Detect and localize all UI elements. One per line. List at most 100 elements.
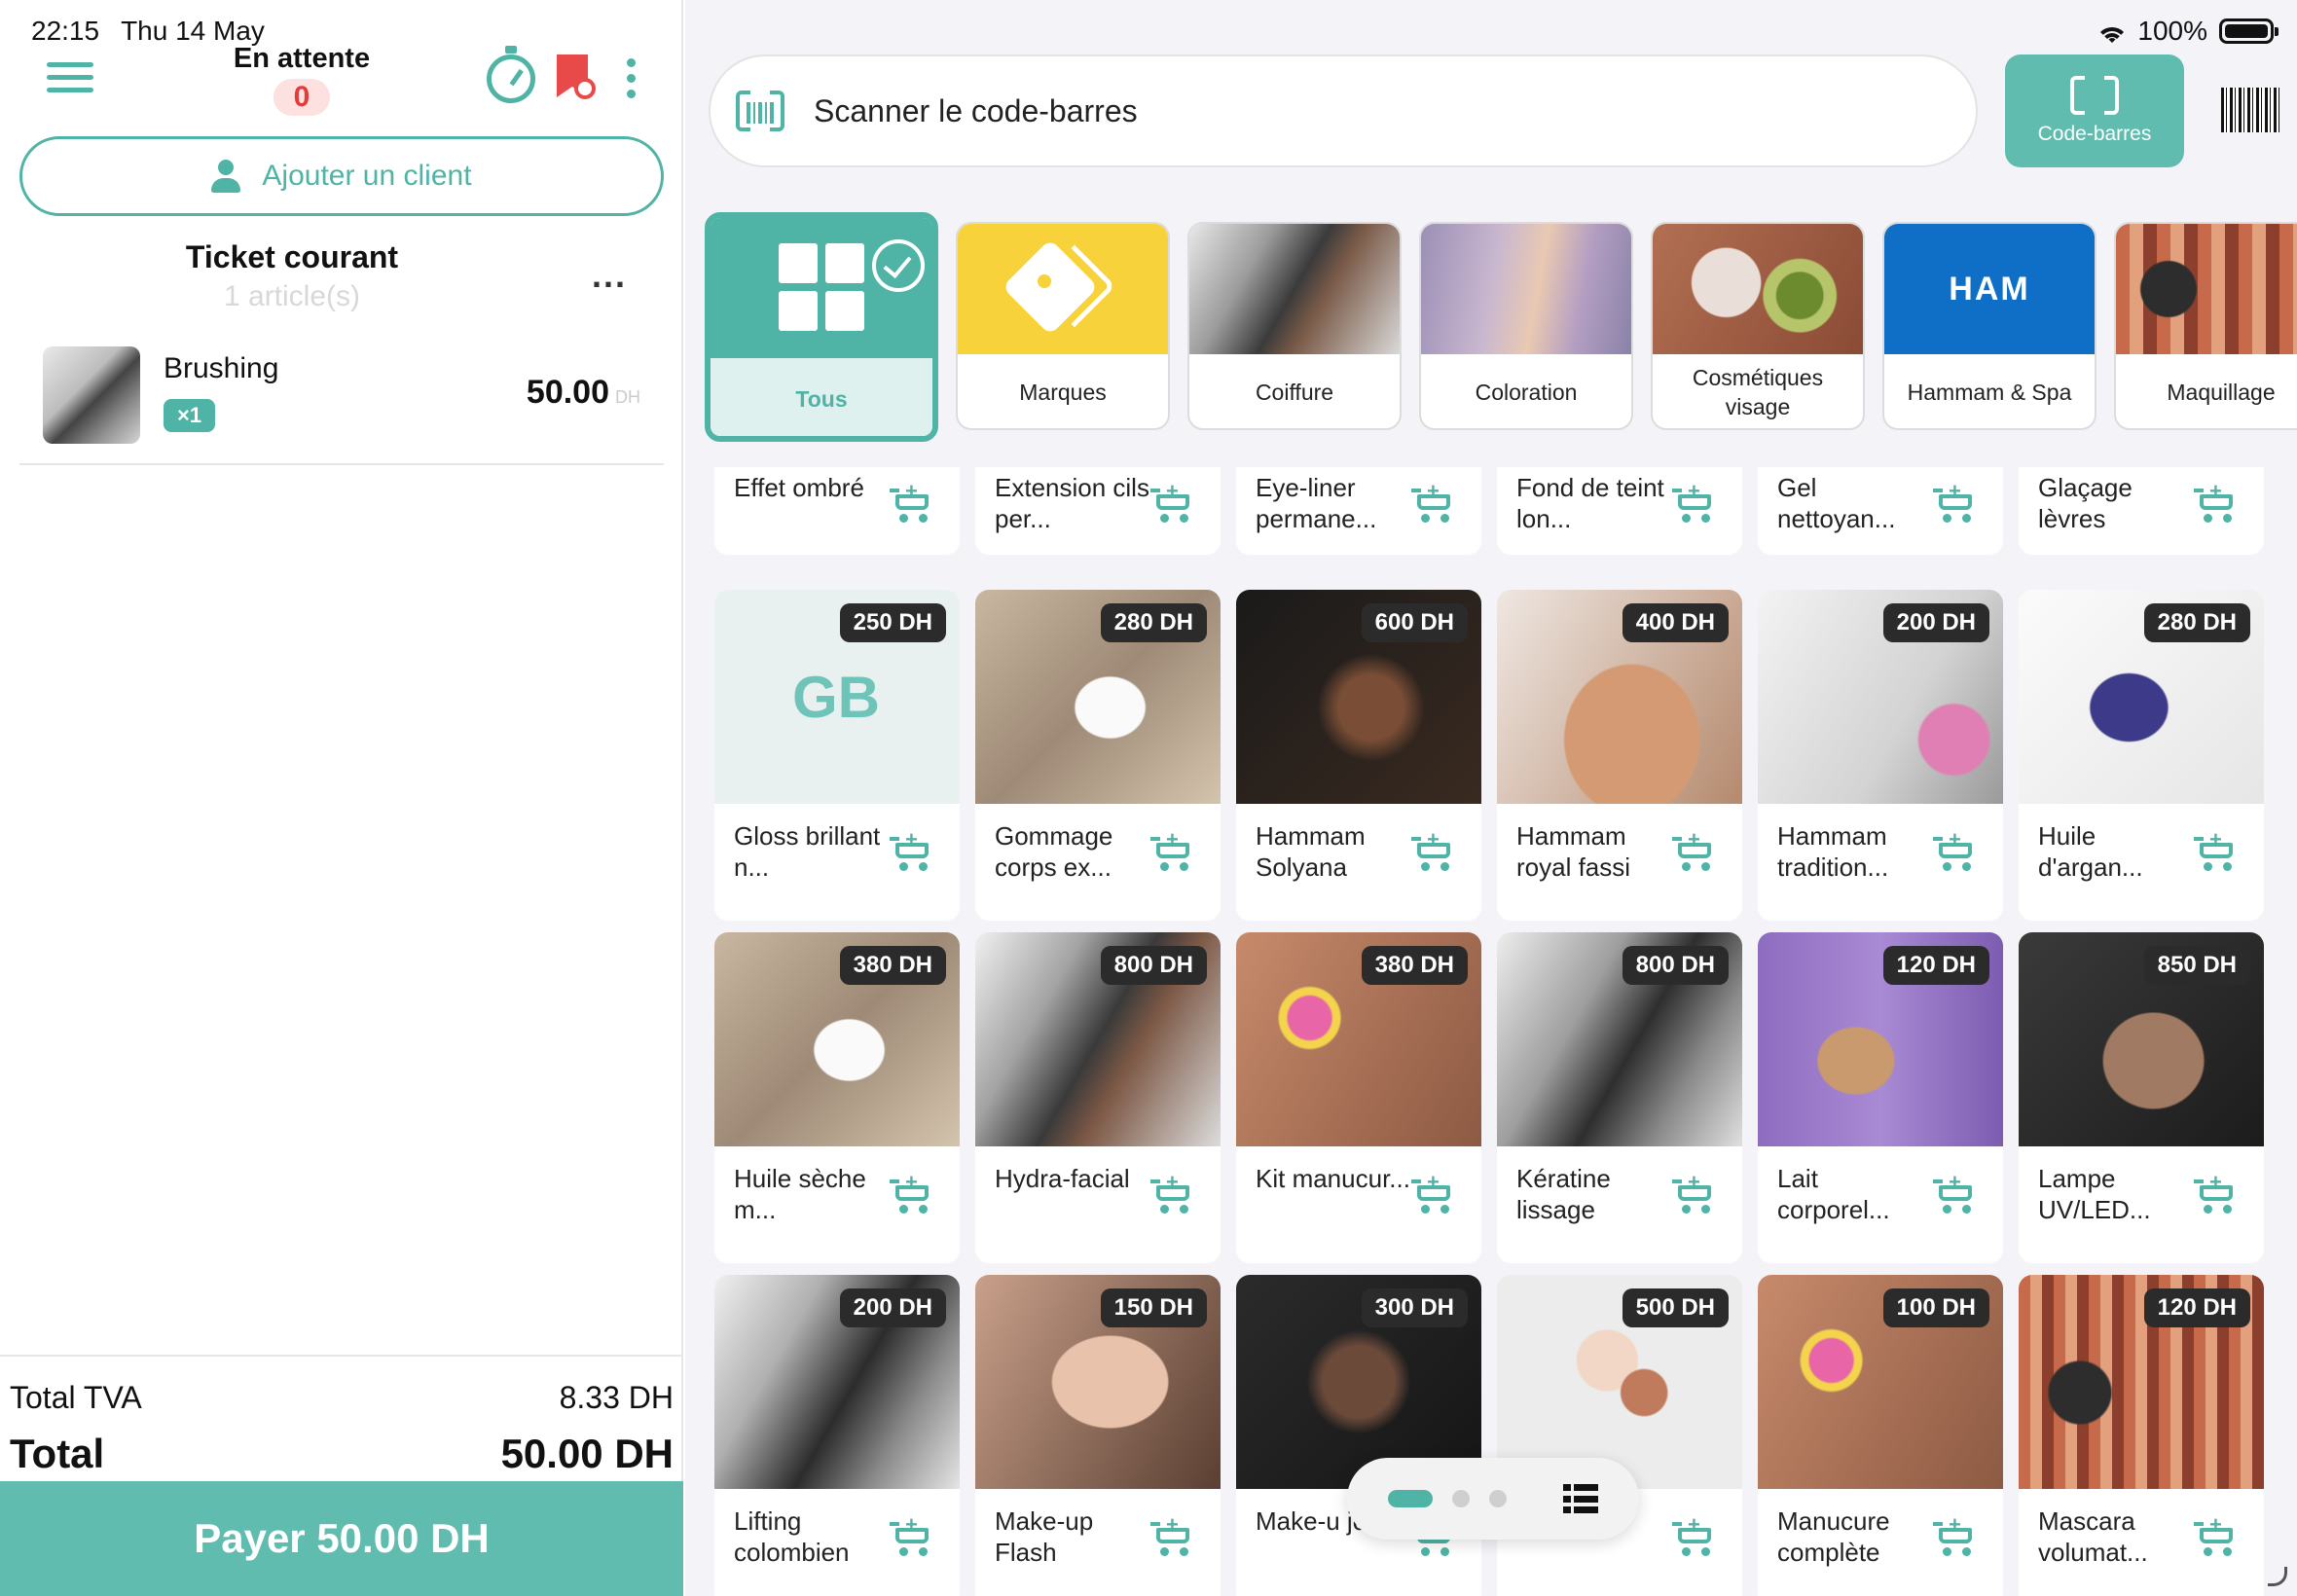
add-to-cart-icon[interactable]: + [890,1172,932,1215]
product-name: Hammam Solyana [1256,821,1366,882]
product-card[interactable]: GB 250 DH Gloss brillant n... + [714,590,960,921]
pay-button[interactable]: Payer 50.00 DH [0,1481,683,1596]
product-card[interactable]: 100 DH Manucure complète + [1758,1275,2003,1596]
add-to-cart-icon[interactable]: + [890,481,932,524]
barcode-button-label: Code-barres [2037,123,2152,145]
product-name: Manucure complète [1777,1506,1890,1567]
add-to-cart-icon[interactable]: + [1150,1172,1193,1215]
category-image [1653,224,1863,354]
add-to-cart-icon[interactable]: + [1672,481,1715,524]
category-label: Maquillage [2167,380,2276,406]
product-card[interactable]: 500 DH + [1497,1275,1742,1596]
add-to-cart-icon[interactable]: + [1672,1172,1715,1215]
page-dot-active[interactable] [1388,1490,1433,1507]
ticket-title: Ticket courant [185,239,399,274]
add-to-cart-icon[interactable]: + [1411,829,1454,872]
product-name: Gommage corps ex... [995,821,1113,882]
line-item-price: 50.00 DH [527,374,640,412]
product-name: Mascara volumat... [2038,1506,2148,1567]
category-label: Coiffure [1255,380,1334,406]
add-to-cart-icon[interactable]: + [2194,481,2237,524]
barcode-icon [2070,76,2119,115]
page-dot[interactable] [1452,1490,1470,1507]
product-price-badge: 100 DH [1882,1288,1989,1327]
product-card[interactable]: 280 DH Gommage corps ex... + [975,590,1221,921]
add-to-cart-icon[interactable]: + [2194,829,2237,872]
add-to-cart-icon[interactable]: + [1411,481,1454,524]
category-marques[interactable]: Marques [956,222,1170,430]
add-to-cart-icon[interactable]: + [1150,829,1193,872]
product-card[interactable]: 400 DH Hammam royal fassi + [1497,590,1742,921]
category-cosmetiques-visage[interactable]: Cosmétiques visage [1651,222,1865,430]
category-coiffure[interactable]: Coiffure [1187,222,1402,430]
product-price-badge: 200 DH [1882,603,1989,642]
add-to-cart-icon[interactable]: + [1933,1172,1976,1215]
add-client-label: Ajouter un client [262,160,472,192]
product-card[interactable]: 800 DH Hydra-facial + [975,932,1221,1263]
barcode-search-input[interactable]: Scanner le code-barres [709,54,1978,167]
product-card[interactable]: 200 DH Hammam tradition... + [1758,590,2003,921]
product-card[interactable]: 120 DH Lait corporel... + [1758,932,2003,1263]
barcode-image-icon[interactable] [2221,88,2279,132]
add-to-cart-icon[interactable]: + [2194,1514,2237,1557]
ticket-more-icon[interactable]: ... [592,255,627,296]
ticket-line-item[interactable]: Brushing ×1 50.00 DH [19,331,664,465]
line-item-name: Brushing [164,352,279,384]
product-card[interactable]: 600 DH Hammam Solyana + [1236,590,1481,921]
category-maquillage[interactable]: Maquillage [2114,222,2297,430]
product-card[interactable]: 380 DH Huile sèche m... + [714,932,960,1263]
product-card[interactable]: 120 DH Mascara volumat... + [2019,1275,2264,1596]
add-to-cart-icon[interactable]: + [1933,481,1976,524]
product-name: Effet ombré [734,473,864,502]
product-name: Hydra-facial [995,1164,1130,1193]
product-price-badge: 280 DH [1100,603,1207,642]
product-name: Huile d'argan... [2038,821,2143,882]
product-name: Glaçage lèvres [2038,473,2133,533]
add-to-cart-icon[interactable]: + [1150,481,1193,524]
add-to-cart-icon[interactable]: + [1411,1172,1454,1215]
add-to-cart-icon[interactable]: + [2194,1172,2237,1215]
add-to-cart-icon[interactable]: + [1933,1514,1976,1557]
list-view-icon[interactable] [1563,1484,1598,1513]
tag-icon [1002,238,1116,336]
add-to-cart-icon[interactable]: + [890,1514,932,1557]
product-card[interactable]: 850 DH Lampe UV/LED... + [2019,932,2264,1263]
page-indicator[interactable] [1347,1458,1639,1540]
hamburger-menu-icon[interactable] [47,62,93,93]
more-options-icon[interactable] [627,58,638,105]
grid-icon [779,243,866,331]
product-price-badge: 200 DH [839,1288,946,1327]
category-label: Tous [711,358,932,436]
product-card[interactable]: 280 DH Huile d'argan... + [2019,590,2264,921]
timer-icon[interactable] [487,46,535,103]
pending-tickets[interactable]: En attente 0 [204,43,399,116]
add-to-cart-icon[interactable]: + [890,829,932,872]
bookmark-cancel-icon[interactable] [557,54,596,99]
barcode-button[interactable]: Code-barres [2005,54,2184,167]
add-to-cart-icon[interactable]: + [1933,829,1976,872]
category-tous[interactable]: Tous [705,212,938,442]
product-card[interactable]: 380 DH Kit manucur... + [1236,932,1481,1263]
add-client-button[interactable]: Ajouter un client [19,136,664,216]
category-hammam-spa[interactable]: HAM Hammam & Spa [1882,222,2096,430]
product-card[interactable]: 200 DH Lifting colombien + [714,1275,960,1596]
product-price-badge: 500 DH [1622,1288,1729,1327]
add-to-cart-icon[interactable]: + [1672,1514,1715,1557]
category-coloration[interactable]: Coloration [1419,222,1633,430]
product-price-badge: 120 DH [1882,946,1989,985]
barcode-scan-bars-icon [736,92,784,133]
product-name: Lifting colombien [734,1506,850,1567]
battery-percent: 100% [2137,16,2207,46]
product-card[interactable]: 300 DHMake-u jour+ [1236,1275,1481,1596]
battery-icon [2219,18,2279,44]
category-bar: Tous Marques Coiffure Coloration Cosméti… [685,191,2297,467]
add-to-cart-icon[interactable]: + [1672,829,1715,872]
check-circle-icon [872,239,925,292]
product-card[interactable]: 150 DH Make-up Flash + [975,1275,1221,1596]
product-price-badge: 280 DH [2143,603,2250,642]
product-card[interactable]: 800 DH Kératine lissage + [1497,932,1742,1263]
product-name: Hammam tradition... [1777,821,1889,882]
status-date: Thu 14 May [121,16,265,46]
page-dot[interactable] [1489,1490,1507,1507]
add-to-cart-icon[interactable]: + [1150,1514,1193,1557]
